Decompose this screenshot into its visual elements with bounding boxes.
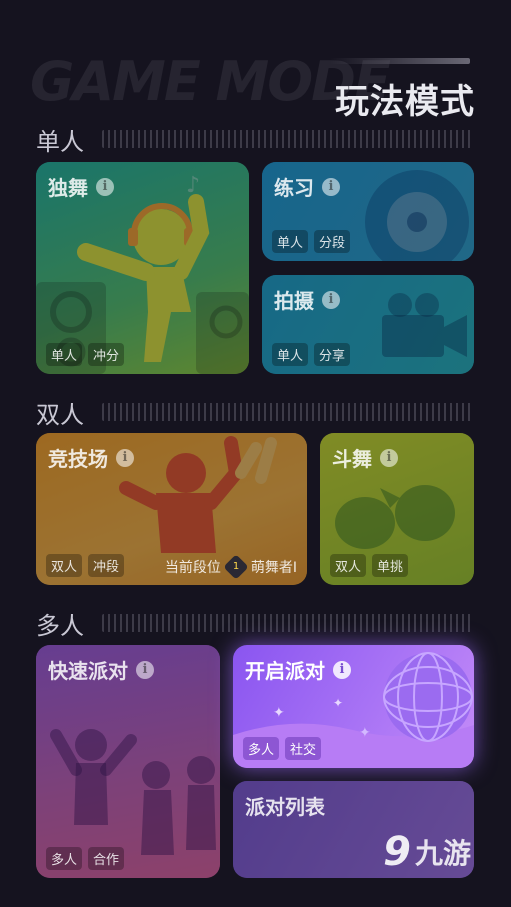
shoot-tags: 单人 分享	[272, 343, 351, 366]
battle-title-row: 斗舞 i	[332, 443, 398, 472]
tag: 分享	[314, 343, 351, 366]
solo-dance-title-row: 独舞 i	[48, 172, 114, 201]
info-icon[interactable]: i	[116, 448, 134, 467]
section-title-multi: 多人	[36, 612, 84, 640]
info-icon[interactable]: i	[380, 448, 398, 467]
open-party-tags: 多人 社交	[243, 737, 322, 760]
tag: 单人	[272, 230, 309, 253]
svg-text:✦: ✦	[333, 696, 343, 710]
page-title: 玩法模式	[335, 82, 475, 122]
shoot-card[interactable]: 拍摄 i 单人 分享	[262, 275, 474, 374]
section-title-single: 单人	[36, 128, 84, 156]
open-party-title: 开启派对	[245, 659, 325, 683]
svg-text:✦: ✦	[273, 705, 285, 721]
quick-party-tags: 多人 合作	[46, 847, 125, 870]
tag: 单挑	[372, 554, 409, 577]
section-title-double: 双人	[36, 401, 84, 429]
tag: 多人	[46, 847, 83, 870]
info-icon[interactable]: i	[333, 660, 351, 679]
party-list-title: 派对列表	[245, 795, 325, 819]
tag: 冲段	[88, 554, 125, 577]
quick-party-title-row: 快速派对 i	[48, 655, 154, 684]
rank-badge-icon: 1	[223, 554, 249, 580]
svg-text:♪: ♪	[186, 173, 200, 198]
watermark-mark-icon: 9	[383, 829, 411, 875]
practice-title-row: 练习 i	[274, 172, 340, 201]
practice-title: 练习	[274, 176, 314, 200]
tag: 分段	[314, 230, 351, 253]
watermark-text: 九游	[414, 837, 471, 870]
tag: 多人	[243, 737, 280, 760]
rank-label: 当前段位	[164, 560, 221, 576]
quick-party-card[interactable]: 快速派对 i 多人 合作	[36, 645, 220, 878]
tag: 单人	[46, 343, 83, 366]
quick-party-title: 快速派对	[48, 659, 128, 683]
solo-dance-card[interactable]: ♪ 独舞 i 单人 冲分	[36, 162, 249, 374]
rank-badge-number: 1	[232, 561, 240, 572]
arena-rank: 当前段位 1 萌舞者I	[164, 554, 297, 580]
solo-dance-title: 独舞	[48, 176, 88, 200]
arena-title-row: 竞技场 i	[48, 443, 134, 472]
practice-card[interactable]: 练习 i 单人 分段	[262, 162, 474, 261]
open-party-title-row: 开启派对 i	[245, 655, 351, 684]
shoot-title: 拍摄	[274, 289, 314, 313]
tag: 冲分	[88, 343, 125, 366]
shoot-title-row: 拍摄 i	[274, 285, 340, 314]
section-wave-single	[102, 130, 472, 148]
solo-dance-tags: 单人 冲分	[46, 343, 125, 366]
section-wave-double	[102, 403, 472, 421]
arena-tags: 双人 冲段	[46, 554, 125, 577]
battle-tags: 双人 单挑	[330, 554, 409, 577]
watermark-logo: 9 九游	[383, 829, 471, 875]
info-icon[interactable]: i	[136, 660, 154, 679]
party-list-title-row: 派对列表	[245, 791, 325, 820]
tag: 合作	[88, 847, 125, 870]
rank-value: 萌舞者I	[250, 560, 297, 576]
svg-text:✦: ✦	[359, 725, 371, 741]
section-wave-multi	[102, 614, 472, 632]
tag: 双人	[330, 554, 367, 577]
practice-tags: 单人 分段	[272, 230, 351, 253]
battle-card[interactable]: 斗舞 i 双人 单挑	[320, 433, 474, 585]
tag: 双人	[46, 554, 83, 577]
tag: 单人	[272, 343, 309, 366]
tag: 社交	[285, 737, 322, 760]
info-icon[interactable]: i	[96, 177, 114, 196]
info-icon[interactable]: i	[322, 290, 340, 309]
arena-card[interactable]: 竞技场 i 双人 冲段 当前段位 1 萌舞者I	[36, 433, 307, 585]
header-underline	[330, 58, 470, 64]
open-party-card[interactable]: ✦ ✦ ✦ 开启派对 i 多人 社交	[233, 645, 474, 768]
battle-title: 斗舞	[332, 447, 372, 471]
arena-title: 竞技场	[48, 447, 108, 471]
info-icon[interactable]: i	[322, 177, 340, 196]
